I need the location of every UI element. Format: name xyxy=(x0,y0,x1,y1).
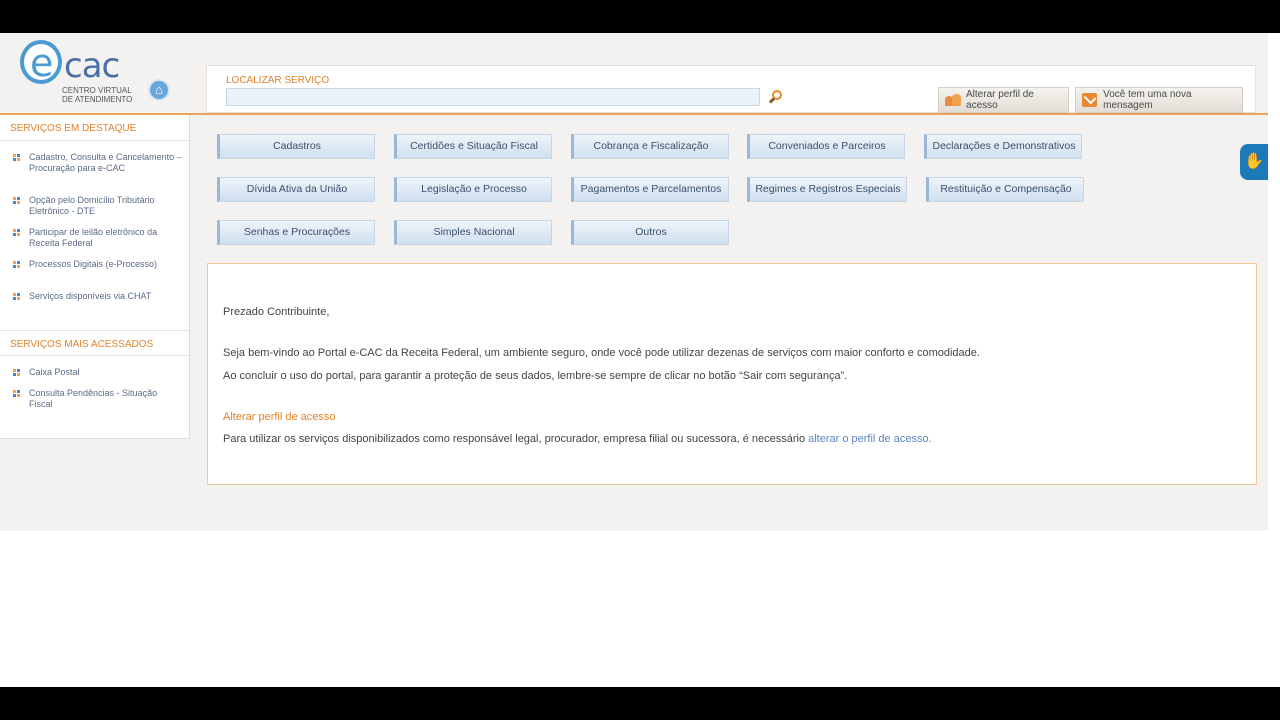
right-edge xyxy=(1268,33,1280,687)
welcome-panel: Prezado Contribuinte, Seja bem-vindo ao … xyxy=(207,263,1257,485)
accessibility-hands-icon[interactable]: ✋ xyxy=(1240,144,1268,180)
welcome-text: Seja bem-vindo ao Portal e-CAC da Receit… xyxy=(223,347,980,359)
nova-mensagem-label: Você tem uma nova mensagem xyxy=(1103,89,1192,111)
nova-mensagem-button[interactable]: Você tem uma nova mensagem xyxy=(1075,87,1243,113)
category-outros-button[interactable]: Outros xyxy=(571,220,729,245)
bullet-icon xyxy=(13,293,21,300)
logo-cac-text: cac xyxy=(64,46,120,86)
bullet-icon xyxy=(13,229,21,236)
bottom-black-bar xyxy=(0,687,1280,720)
sidebar-item-pendencias[interactable]: Consulta Pendências - Situação Fiscal xyxy=(13,388,183,410)
category-simples-button[interactable]: Simples Nacional xyxy=(394,220,552,245)
logo-subtitle: Centro Virtual de Atendimento xyxy=(62,86,133,104)
greeting-text: Prezado Contribuinte, xyxy=(223,306,330,318)
sidebar-acessados-title: SERVIÇOS MAIS ACESSADOS xyxy=(0,330,189,356)
sidebar: SERVIÇOS EM DESTAQUE Cadastro, Consulta … xyxy=(0,115,190,439)
category-divida-button[interactable]: Dívida Ativa da União xyxy=(217,177,375,202)
perfil-text: Para utilizar os serviços disponibilizad… xyxy=(223,433,932,445)
category-restituicao-button[interactable]: Restituição e Compensação xyxy=(926,177,1084,202)
alterar-perfil-button[interactable]: Alterar perfil de acesso xyxy=(938,87,1069,113)
mail-icon xyxy=(1082,93,1098,107)
category-cobranca-button[interactable]: Cobrança e Fiscalização xyxy=(571,134,729,159)
bullet-icon xyxy=(13,390,21,397)
sidebar-destaque-title: SERVIÇOS EM DESTAQUE xyxy=(0,115,189,141)
alterar-perfil-label: Alterar perfil de acesso xyxy=(966,89,1034,111)
sidebar-item-leilao[interactable]: Participar de leilão eletrônico da Recei… xyxy=(13,227,183,249)
logout-note-text: Ao concluir o uso do portal, para garant… xyxy=(223,370,848,382)
home-icon[interactable]: ⌂ xyxy=(148,79,170,101)
search-area: LOCALIZAR SERVIÇO Alterar perfil de aces… xyxy=(206,65,1256,113)
category-pagamentos-button[interactable]: Pagamentos e Parcelamentos xyxy=(571,177,729,202)
search-input[interactable] xyxy=(226,88,760,106)
category-certidoes-button[interactable]: Certidões e Situação Fiscal xyxy=(394,134,552,159)
bullet-icon xyxy=(13,197,21,204)
sidebar-item-procuracao[interactable]: Cadastro, Consulta e Cancelamento – Proc… xyxy=(13,152,183,174)
bullet-icon xyxy=(13,261,21,268)
category-cadastros-button[interactable]: Cadastros xyxy=(217,134,375,159)
sidebar-item-dte[interactable]: Opção pelo Domicílio Tributário Eletrôni… xyxy=(13,195,183,217)
sidebar-item-chat[interactable]: Serviços disponíveis via CHAT xyxy=(13,291,183,302)
category-conveniados-button[interactable]: Conveniados e Parceiros xyxy=(747,134,905,159)
search-icon[interactable] xyxy=(768,89,784,105)
page-background: e cac Centro Virtual de Atendimento ⌂ LO… xyxy=(0,33,1268,531)
logo-e-mark: e xyxy=(20,40,62,85)
category-declaracoes-button[interactable]: Declarações e Demonstrativos xyxy=(924,134,1082,159)
category-legislacao-button[interactable]: Legislação e Processo xyxy=(394,177,552,202)
sidebar-item-caixa-postal[interactable]: Caixa Postal xyxy=(13,367,183,378)
alterar-perfil-link[interactable]: alterar o perfil de acesso. xyxy=(808,433,932,445)
category-senhas-button[interactable]: Senhas e Procurações xyxy=(217,220,375,245)
bullet-icon xyxy=(13,369,21,376)
top-black-bar xyxy=(0,0,1280,33)
header-divider xyxy=(0,113,1268,115)
perfil-title: Alterar perfil de acesso xyxy=(223,411,336,423)
bullet-icon xyxy=(13,154,21,161)
sidebar-item-eprocesso[interactable]: Processos Digitais (e-Processo) xyxy=(13,259,183,270)
category-regimes-button[interactable]: Regimes e Registros Especiais xyxy=(747,177,907,202)
ecac-logo[interactable]: e cac Centro Virtual de Atendimento xyxy=(18,40,138,104)
search-label: LOCALIZAR SERVIÇO xyxy=(226,75,330,86)
browser-viewport: e cac Centro Virtual de Atendimento ⌂ LO… xyxy=(0,33,1280,687)
people-icon xyxy=(945,93,962,107)
